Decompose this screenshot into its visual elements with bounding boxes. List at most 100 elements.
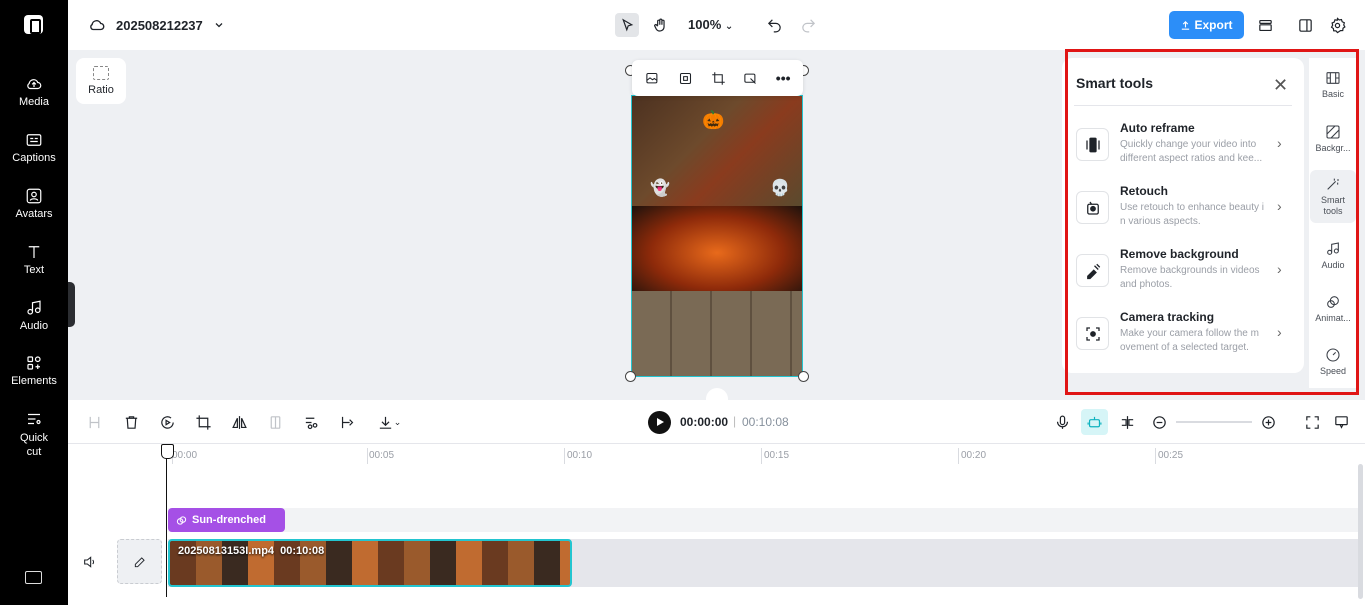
ruler-line	[761, 448, 762, 464]
ratio-label: Ratio	[88, 84, 114, 96]
crop-button[interactable]	[710, 70, 726, 86]
sidebar-item-media[interactable]: Media	[0, 75, 68, 108]
hand-icon	[653, 18, 665, 32]
fit-frame-button[interactable]	[677, 70, 693, 86]
mirror-icon	[270, 415, 280, 429]
sidebar-item-label: Captions	[12, 152, 56, 164]
zoom-in-button[interactable]	[1258, 412, 1278, 432]
replay-icon	[160, 415, 174, 429]
ruler-tick: 00:10	[567, 450, 593, 461]
play-button[interactable]	[648, 411, 671, 434]
trim-button[interactable]	[337, 412, 357, 432]
pointer-icon	[621, 17, 633, 32]
sidebar-item-avatars[interactable]: Avatars	[0, 187, 68, 220]
zoom-value: 100%	[688, 17, 722, 32]
scissors-button[interactable]	[301, 412, 321, 432]
project-title[interactable]: 202508212237	[88, 16, 225, 34]
export-button[interactable]: Export	[1169, 11, 1244, 39]
layers-icon	[1258, 19, 1272, 31]
flip-icon	[231, 415, 247, 429]
sidebar-item-captions[interactable]: Captions	[0, 131, 68, 164]
quick-cut-icon	[25, 410, 43, 428]
undo-button[interactable]	[762, 13, 786, 37]
zoom-out-icon	[1152, 415, 1166, 429]
mirror-button[interactable]	[265, 412, 285, 432]
background-button[interactable]	[743, 70, 759, 86]
ai-assist-button[interactable]	[1081, 409, 1108, 435]
crop-button[interactable]	[193, 412, 213, 432]
layout-toggle-button[interactable]	[1293, 13, 1317, 37]
effect-clip[interactable]: Sun-drenched	[168, 508, 285, 532]
gear-icon	[1330, 16, 1346, 33]
chevron-down-icon: ⌄	[393, 416, 402, 427]
zoom-dropdown[interactable]: 100% ⌄	[688, 17, 733, 32]
expand-icon	[1305, 415, 1319, 429]
replace-media-button[interactable]	[644, 70, 660, 86]
trim-icon	[341, 416, 353, 428]
zoom-slider[interactable]	[1176, 421, 1252, 423]
ruler-tick: 00:05	[369, 450, 395, 461]
left-sidebar: Media Captions Avatars Text Audio Elemen…	[0, 0, 68, 605]
fit-icon	[679, 72, 691, 84]
ruler-tick: 00:00	[172, 450, 198, 461]
download-dropdown[interactable]: ⌄	[373, 412, 405, 432]
ruler-line	[367, 448, 368, 464]
pumpkin-sticker: 🎃	[702, 110, 725, 130]
split-icon	[89, 416, 99, 428]
mute-track-button[interactable]	[82, 554, 98, 570]
sidebar-item-label: Quick cut	[19, 432, 49, 458]
snap-button[interactable]	[1117, 412, 1137, 432]
sidebar-item-label: Media	[19, 96, 49, 108]
freeze-button[interactable]	[157, 412, 177, 432]
music-note-icon	[25, 299, 43, 317]
sidebar-item-elements[interactable]: Elements	[0, 354, 68, 387]
delete-button[interactable]	[121, 412, 141, 432]
redo-icon	[801, 18, 815, 32]
fit-timeline-button[interactable]	[1302, 412, 1322, 432]
effect-track	[168, 508, 1358, 532]
project-name: 202508212237	[116, 17, 203, 33]
video-clip[interactable]: 20250813153I.mp4 00:10:08	[168, 539, 572, 587]
resize-handle-bottom-right[interactable]	[798, 371, 809, 382]
clip-label: 20250813153I.mp4 00:10:08	[178, 545, 324, 557]
resize-handle-bottom-left[interactable]	[625, 371, 636, 382]
layers-button[interactable]	[1253, 13, 1277, 37]
text-icon	[25, 243, 43, 261]
sidebar-item-quick-cut[interactable]: Quick cut	[0, 410, 68, 459]
preview-frame-middle	[632, 206, 802, 291]
more-options-button[interactable]: •••	[776, 70, 791, 86]
pencil-icon	[134, 556, 145, 567]
flip-button[interactable]	[229, 412, 249, 432]
ghost-sticker: 👻	[650, 180, 670, 197]
playhead[interactable]	[161, 444, 174, 597]
video-preview[interactable]: 🎃 👻 💀	[631, 95, 803, 377]
sidebar-item-text[interactable]: Text	[0, 243, 68, 276]
record-voice-button[interactable]	[1052, 412, 1072, 432]
elements-icon	[25, 354, 43, 372]
ruler-line	[564, 448, 565, 464]
feedback-button[interactable]	[1331, 412, 1351, 432]
app-logo	[24, 15, 43, 34]
keyboard-shortcuts-icon[interactable]	[25, 571, 42, 584]
timeline[interactable]: 00:00 00:05 00:10 00:15 00:20 00:25 Sun-…	[68, 444, 1365, 605]
cover-edit-button[interactable]	[117, 539, 162, 584]
redo-button[interactable]	[796, 13, 820, 37]
sidebar-item-audio[interactable]: Audio	[0, 299, 68, 332]
upload-icon	[1182, 20, 1190, 30]
sidebar-item-label: Audio	[19, 320, 49, 332]
aspect-ratio-icon	[93, 66, 109, 80]
ratio-button[interactable]: Ratio	[76, 58, 126, 104]
hand-tool-button[interactable]	[648, 13, 672, 37]
split-button[interactable]	[84, 412, 104, 432]
highlight-annotation	[1065, 49, 1359, 395]
current-time: 00:00:00	[680, 415, 729, 429]
select-tool-button[interactable]	[615, 13, 639, 37]
settings-button[interactable]	[1325, 13, 1349, 37]
snap-icon	[1121, 415, 1133, 429]
timeline-scrollbar[interactable]	[1358, 464, 1363, 599]
ruler-line	[958, 448, 959, 464]
panel-collapse-handle[interactable]	[68, 282, 75, 327]
zoom-in-icon	[1261, 415, 1275, 429]
clip-name: 20250813153I.mp4	[178, 545, 275, 557]
zoom-out-button[interactable]	[1149, 412, 1169, 432]
